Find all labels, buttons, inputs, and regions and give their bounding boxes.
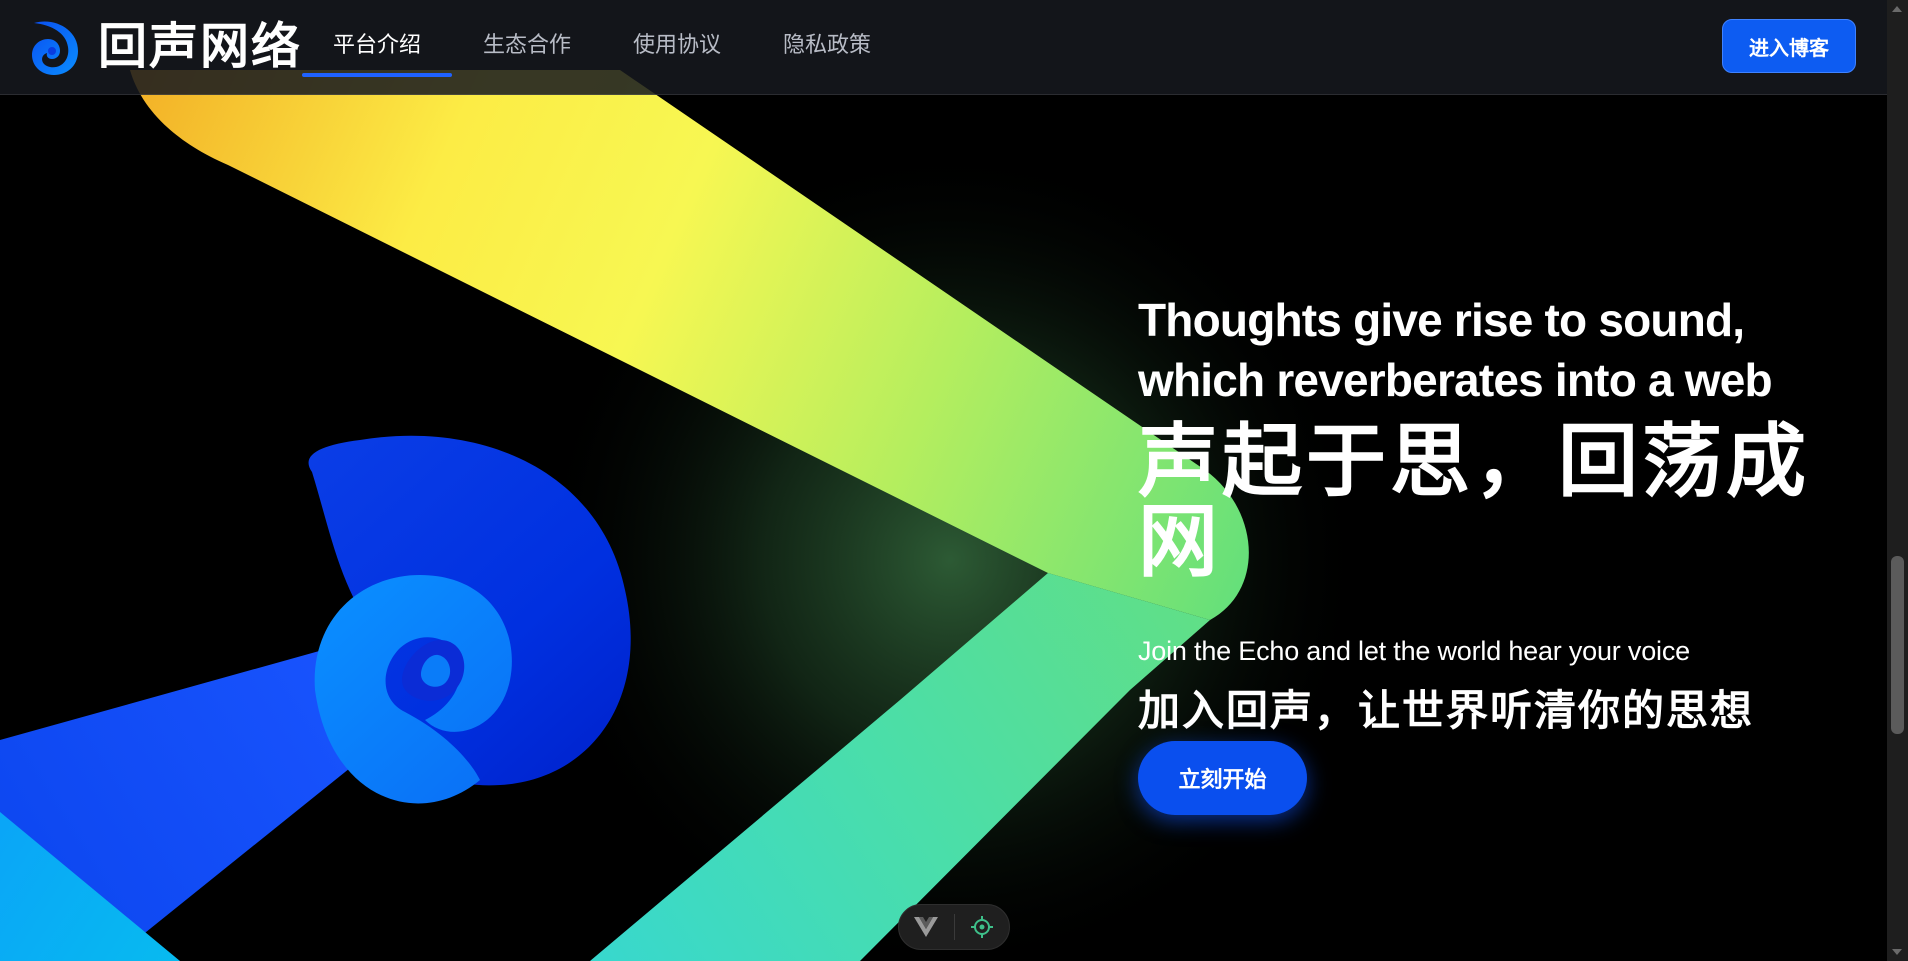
slogan-en-line-1: Thoughts give rise to sound, (1138, 294, 1745, 346)
scroll-down-arrow-icon[interactable] (1892, 949, 1902, 955)
nav-item-ecosystem[interactable]: 生态合作 (452, 0, 602, 95)
nav-item-terms[interactable]: 使用协议 (602, 0, 752, 95)
top-nav-bar: 回声网络 平台介绍 生态合作 使用协议 隐私政策 进入博客 (0, 0, 1887, 95)
page: 回声网络 平台介绍 生态合作 使用协议 隐私政策 进入博客 Thoughts g… (0, 0, 1908, 961)
vue-devtools-button[interactable] (899, 905, 954, 949)
nav-item-platform-intro[interactable]: 平台介绍 (302, 0, 453, 95)
main-nav: 平台介绍 生态合作 使用协议 隐私政策 (302, 0, 902, 95)
subtitle-en: Join the Echo and let the world hear you… (1138, 636, 1690, 666)
hero-text: Thoughts give rise to sound, which rever… (1138, 290, 1858, 738)
inspect-target-button[interactable] (954, 905, 1009, 949)
enter-blog-button[interactable]: 进入博客 (1722, 19, 1856, 73)
slogan-en-line-2: which reverberates into a web (1138, 354, 1773, 406)
scroll-thumb[interactable] (1891, 556, 1904, 734)
start-now-button[interactable]: 立刻开始 (1138, 741, 1307, 815)
subtitle-zh: 加入回声，让世界听清你的思想 (1138, 686, 1755, 735)
nav-item-privacy[interactable]: 隐私政策 (752, 0, 902, 95)
vertical-scrollbar[interactable] (1887, 0, 1908, 961)
slogan-en: Thoughts give rise to sound, which rever… (1138, 290, 1858, 410)
inspect-target-icon (970, 916, 993, 938)
logo-text: 回声网络 (98, 17, 303, 75)
echo-logo-icon (32, 21, 78, 75)
vue-devtools-icon (914, 917, 939, 937)
devtools-toolbar (898, 904, 1010, 950)
slogan-zh: 声起于思，回荡成网 (1138, 415, 1810, 588)
site-logo[interactable]: 回声网络 (28, 14, 302, 78)
scroll-up-arrow-icon[interactable] (1892, 6, 1902, 12)
